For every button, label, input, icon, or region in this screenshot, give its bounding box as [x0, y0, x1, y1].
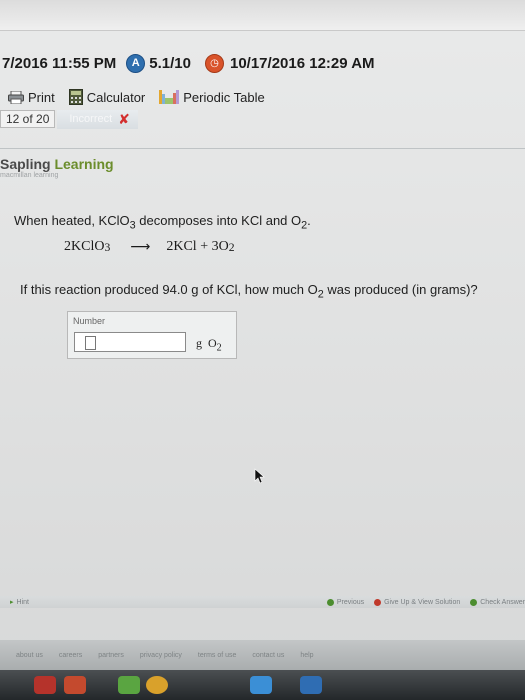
calculator-button[interactable]: Calculator: [68, 89, 146, 105]
taskbar-app-icon[interactable]: [300, 676, 322, 694]
check-answer-button[interactable]: Check Answer: [470, 598, 525, 606]
previous-button[interactable]: Previous: [326, 598, 364, 606]
tool-bar: Print Calculator Periodic Table: [0, 85, 525, 109]
section-divider: [0, 148, 525, 149]
question-area: When heated, KClO3 decomposes into KCl a…: [0, 185, 525, 600]
chemical-equation: 2KClO 3 ⟶ 2KCl + 3O 2: [64, 239, 235, 255]
question-intro: When heated, KClO3 decomposes into KCl a…: [14, 213, 311, 232]
print-button[interactable]: Print: [8, 90, 55, 105]
taskbar-app-icon[interactable]: [34, 676, 56, 694]
calculator-label: Calculator: [86, 89, 146, 105]
print-label: Print: [28, 89, 55, 105]
sapling-logo: Sapling Learning: [0, 156, 114, 172]
screen: 7/2016 11:55 PM A 5.1/10 ◷ 10/17/2016 12…: [0, 0, 525, 700]
footer-link-about[interactable]: about us: [16, 652, 43, 659]
answer-unit: g O2: [196, 336, 222, 354]
taskbar: [0, 670, 525, 700]
text-cursor-box: [85, 336, 96, 350]
taskbar-app-icon[interactable]: [250, 676, 272, 694]
footer-link-contact[interactable]: contact us: [252, 652, 284, 659]
taskbar-app-icon[interactable]: [146, 676, 168, 694]
hint-button[interactable]: ▸ Hint: [10, 598, 29, 607]
periodic-table-button[interactable]: Periodic Table: [159, 89, 265, 105]
check-icon: [470, 598, 478, 606]
late-date: 10/17/2016 12:29 AM: [229, 54, 375, 72]
calculator-icon: [68, 89, 83, 105]
hint-arrow-icon: ▸: [10, 599, 14, 606]
question-prompt: If this reaction produced 94.0 g of KCl,…: [20, 282, 478, 301]
answer-box: Number g O2: [67, 311, 237, 359]
score-icon: A: [126, 53, 146, 73]
score: 5.1/10: [149, 54, 191, 72]
logo-learning: Learning: [54, 156, 114, 172]
logo-tagline: macmillan learning: [0, 172, 59, 179]
footer-link-partners[interactable]: partners: [98, 652, 124, 659]
previous-icon: [326, 598, 334, 606]
assignment-status-bar: 7/2016 11:55 PM A 5.1/10 ◷ 10/17/2016 12…: [0, 48, 525, 78]
footer-links: about us careers partners privacy policy…: [0, 640, 525, 670]
footer-link-terms[interactable]: terms of use: [198, 652, 237, 659]
result-label: Incorrect: [69, 113, 113, 125]
top-divider: [0, 30, 525, 31]
reaction-arrow-icon: ⟶: [130, 239, 151, 255]
due-date: 7/2016 11:55 PM: [2, 54, 117, 72]
periodic-table-icon: [159, 90, 180, 104]
browser-top: [0, 0, 525, 30]
taskbar-app-icon[interactable]: [64, 676, 86, 694]
question-navigation: 12 of 20 Incorrect ✘: [0, 109, 525, 129]
clock-icon: ◷: [204, 53, 224, 73]
action-buttons: Previous Give Up & View Solution Check A…: [317, 598, 525, 606]
taskbar-app-icon[interactable]: [118, 676, 140, 694]
printer-icon: [8, 90, 24, 104]
footer-link-help[interactable]: help: [300, 652, 313, 659]
mouse-cursor-icon: [254, 468, 265, 484]
question-position[interactable]: 12 of 20: [0, 110, 56, 128]
logo-sapling: Sapling: [0, 156, 55, 172]
footer-link-careers[interactable]: careers: [59, 652, 82, 659]
answer-label: Number: [73, 316, 106, 326]
give-up-icon: [374, 598, 382, 606]
question-actions-bar: ▸ Hint Previous Give Up & View Solution …: [0, 596, 525, 608]
answer-input[interactable]: [74, 332, 186, 352]
result-badge: Incorrect ✘: [57, 109, 138, 129]
give-up-button[interactable]: Give Up & View Solution: [374, 598, 460, 606]
footer-link-privacy[interactable]: privacy policy: [140, 652, 182, 659]
incorrect-x-icon: ✘: [118, 110, 130, 127]
periodic-table-label: Periodic Table: [183, 89, 265, 105]
